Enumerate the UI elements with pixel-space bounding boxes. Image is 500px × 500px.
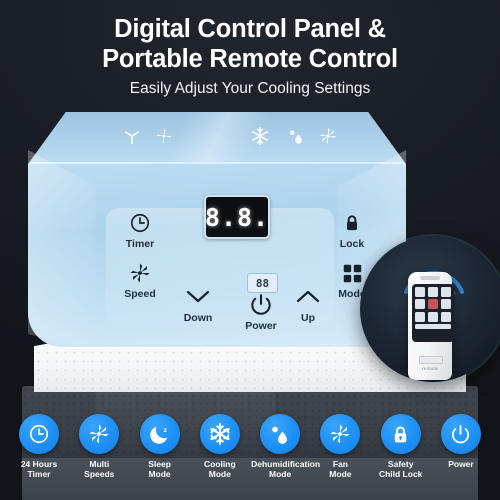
- control-label-up: Up: [301, 312, 315, 324]
- remote-control[interactable]: remote: [408, 272, 454, 380]
- feature-label-line2: Mode: [148, 469, 171, 479]
- indicator-strip: [28, 120, 406, 154]
- control-label-speed: Speed: [124, 288, 156, 300]
- feature-label-line2: Speeds: [84, 469, 115, 479]
- feature-label-line1: Fan: [332, 459, 348, 469]
- feature-item-sleep-mode[interactable]: z Sleep Mode: [131, 414, 189, 494]
- feature-item-dehumidification-mode[interactable]: Dehumidification Mode: [251, 414, 321, 494]
- feature-label-line1: Sleep: [148, 459, 171, 469]
- clock-icon: [112, 210, 168, 236]
- remote-control-inset: remote: [360, 236, 500, 382]
- feature-label-line1: Multi: [89, 459, 110, 469]
- control-label-lock: Lock: [339, 238, 365, 250]
- padlock-icon: [324, 210, 380, 236]
- headline-line-2: Portable Remote Control: [102, 45, 398, 73]
- feature-label-line2: Mode: [269, 469, 292, 479]
- control-button-up[interactable]: Up: [280, 284, 336, 324]
- svg-text:z: z: [164, 427, 168, 434]
- feature-label-line1: 24 Hours: [20, 459, 58, 469]
- fan-mode-icon: [320, 414, 361, 454]
- feature-label-line2: Timer: [27, 469, 51, 479]
- feature-strip: 24 Hours Timer Multi Speeds z Sleep Mode…: [0, 414, 500, 494]
- control-label-timer: Timer: [125, 238, 155, 250]
- fan-speed-icon: [112, 260, 168, 286]
- led-display-value: 8.8.: [204, 202, 270, 232]
- feature-label-line2: Mode: [329, 469, 352, 479]
- remote-key[interactable]: [415, 311, 426, 322]
- control-button-timer[interactable]: Timer: [112, 210, 168, 250]
- indicator-fan-speed-icon: [154, 126, 174, 146]
- product-marketing-image: Digital Control Panel & Portable Remote …: [0, 0, 500, 500]
- feature-item-cooling-mode[interactable]: Cooling Mode: [191, 414, 249, 494]
- headline-line-1: Digital Control Panel &: [114, 15, 386, 43]
- indicator-fan-blade-icon: [122, 126, 142, 146]
- feature-item-24-hours-timer[interactable]: 24 Hours Timer: [10, 414, 68, 494]
- control-button-speed[interactable]: Speed: [112, 260, 168, 300]
- remote-key[interactable]: [427, 311, 439, 322]
- subheadline: Easily Adjust Your Cooling Settings: [129, 80, 371, 97]
- feature-item-fan-mode[interactable]: Fan Mode: [311, 414, 369, 494]
- control-button-lock[interactable]: Lock: [324, 210, 380, 250]
- indicator-water-drop-icon: [286, 126, 306, 146]
- feature-item-power[interactable]: Power: [432, 414, 490, 494]
- fan-speed-icon: [79, 414, 120, 454]
- control-button-down[interactable]: Down: [170, 284, 226, 324]
- remote-key[interactable]: [427, 299, 439, 310]
- remote-key[interactable]: [415, 287, 426, 297]
- remote-key[interactable]: [415, 299, 426, 310]
- feature-item-multi-speeds[interactable]: Multi Speeds: [70, 414, 128, 494]
- control-panel: 8.8. Timer Speed Lock Mode Down 88 Power…: [28, 112, 406, 350]
- remote-key[interactable]: [440, 311, 451, 322]
- remote-brand-text: remote: [422, 366, 438, 371]
- feature-label-line2: Mode: [208, 469, 231, 479]
- feature-label-line1: Cooling: [204, 459, 236, 469]
- indicator-fan-mode-icon: [318, 126, 338, 146]
- feature-label-line1: Safety: [387, 459, 414, 469]
- power-mini-display-value: 88: [255, 276, 270, 290]
- remote-keypad[interactable]: [412, 284, 454, 342]
- remote-label-plate: [419, 356, 443, 364]
- led-display: 8.8.: [204, 195, 270, 239]
- feature-label-line2: Child Lock: [378, 469, 423, 479]
- chevron-down-icon: [170, 284, 226, 310]
- clock-icon: [19, 414, 59, 454]
- indicator-snowflake-icon: [250, 126, 270, 146]
- feature-item-safety-child-lock[interactable]: Safety Child Lock: [372, 414, 430, 494]
- remote-key[interactable]: [427, 287, 439, 297]
- water-drop-icon: [260, 414, 301, 454]
- feature-label-line1: Power: [448, 459, 474, 469]
- remote-key[interactable]: [440, 287, 451, 297]
- snowflake-icon: [199, 414, 240, 454]
- control-label-down: Down: [183, 312, 213, 324]
- remote-ir-emitter: [420, 276, 440, 280]
- chevron-up-icon: [280, 284, 336, 310]
- remote-key[interactable]: [440, 299, 451, 310]
- feature-label-line1: Dehumidification: [251, 459, 321, 469]
- moon-sleep-icon: z: [139, 414, 180, 454]
- header: Digital Control Panel & Portable Remote …: [0, 14, 500, 99]
- remote-key-wide[interactable]: [415, 324, 451, 330]
- power-icon: [440, 414, 481, 454]
- padlock-icon: [380, 414, 421, 454]
- power-mini-display: 88: [247, 273, 278, 293]
